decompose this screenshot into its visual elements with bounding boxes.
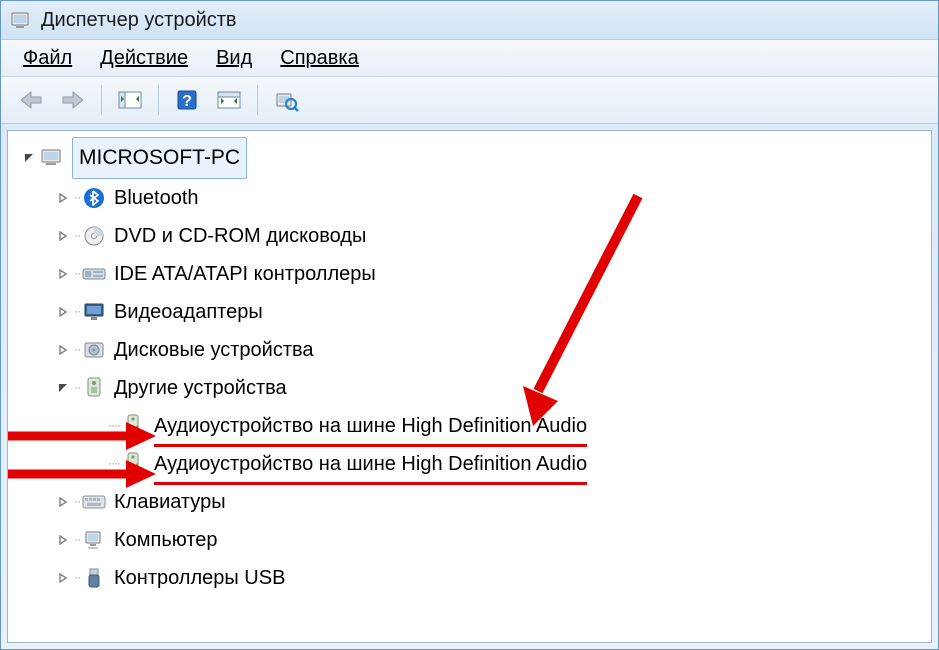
svg-text:!: ! <box>135 429 138 438</box>
forward-button[interactable] <box>57 84 89 116</box>
expand-icon[interactable] <box>56 305 70 319</box>
tree-pane: MICROSOFT-PC ·· Bluetooth ·· DVD и CD-ROM ди… <box>7 130 932 643</box>
tree-category[interactable]: ·· Другие устройства <box>8 369 931 407</box>
back-button[interactable] <box>15 84 47 116</box>
category-label: IDE ATA/ATAPI контроллеры <box>114 255 376 293</box>
tree-connector: ·· <box>74 490 80 513</box>
separator <box>101 85 102 115</box>
tree-root[interactable]: MICROSOFT-PC <box>8 137 931 179</box>
other-icon <box>82 376 106 400</box>
tree-connector: ·· <box>74 528 80 551</box>
tree-category[interactable]: ·· Клавиатуры <box>8 483 931 521</box>
tree-connector: ·· <box>74 376 80 399</box>
show-hide-console-button[interactable] <box>114 84 146 116</box>
expand-icon[interactable] <box>56 267 70 281</box>
tree-category[interactable]: ·· Bluetooth <box>8 179 931 217</box>
device-manager-window: Диспетчер устройств Файл Действие Вид Сп… <box>0 0 939 650</box>
tree-connector: ·· <box>74 338 80 361</box>
device-tree[interactable]: MICROSOFT-PC ·· Bluetooth ·· DVD и CD-ROM ди… <box>8 131 931 597</box>
tree-connector: ·· <box>74 262 80 285</box>
expand-icon[interactable] <box>56 571 70 585</box>
category-label: Дисковые устройства <box>114 331 314 369</box>
expand-icon[interactable] <box>56 343 70 357</box>
toolbar: ? <box>1 77 938 124</box>
category-label: Клавиатуры <box>114 483 226 521</box>
computer-icon <box>40 146 64 170</box>
category-label: Bluetooth <box>114 179 199 217</box>
root-label: MICROSOFT-PC <box>72 137 247 179</box>
tree-connector: ·· <box>74 566 80 589</box>
tree-device[interactable]: ····! Аудиоустройство на шине High Defini… <box>8 407 931 445</box>
ide-icon <box>82 262 106 286</box>
scan-hardware-button[interactable] <box>270 84 302 116</box>
expand-icon[interactable] <box>56 191 70 205</box>
hdd-icon <box>82 338 106 362</box>
titlebar[interactable]: Диспетчер устройств <box>1 1 938 40</box>
expand-icon[interactable] <box>56 533 70 547</box>
tree-category[interactable]: ·· Видеоадаптеры <box>8 293 931 331</box>
category-label: Видеоадаптеры <box>114 293 263 331</box>
collapse-icon[interactable] <box>56 381 70 395</box>
bluetooth-icon <box>82 186 106 210</box>
disc-icon <box>82 224 106 248</box>
tree-connector: ···· <box>108 414 120 437</box>
warning-device-icon: ! <box>122 452 146 476</box>
warning-device-icon: ! <box>122 414 146 438</box>
separator <box>257 85 258 115</box>
collapse-icon[interactable] <box>22 151 36 165</box>
tree-category[interactable]: ·· Дисковые устройства <box>8 331 931 369</box>
tree-category[interactable]: ·· IDE ATA/ATAPI контроллеры <box>8 255 931 293</box>
tree-category[interactable]: ·· Компьютер <box>8 521 931 559</box>
category-label: Контроллеры USB <box>114 559 285 597</box>
menubar: Файл Действие Вид Справка <box>1 40 938 77</box>
menu-help[interactable]: Справка <box>280 47 358 70</box>
menu-file[interactable]: Файл <box>23 47 72 70</box>
app-icon <box>9 9 31 31</box>
window-title: Диспетчер устройств <box>41 9 237 32</box>
svg-text:?: ? <box>182 93 192 110</box>
category-label: Компьютер <box>114 521 218 559</box>
expand-icon[interactable] <box>56 495 70 509</box>
menu-view[interactable]: Вид <box>216 47 252 70</box>
category-label: Другие устройства <box>114 369 287 407</box>
properties-button[interactable] <box>213 84 245 116</box>
keyboard-icon <box>82 490 106 514</box>
device-label: Аудиоустройство на шине High Definition … <box>154 445 587 483</box>
tree-connector: ·· <box>74 300 80 323</box>
tree-category[interactable]: ·· Контроллеры USB <box>8 559 931 597</box>
separator <box>158 85 159 115</box>
tree-device[interactable]: ····! Аудиоустройство на шине High Defini… <box>8 445 931 483</box>
category-label: DVD и CD-ROM дисководы <box>114 217 366 255</box>
menu-action[interactable]: Действие <box>100 47 188 70</box>
usb-icon <box>82 566 106 590</box>
display-icon <box>82 300 106 324</box>
device-label: Аудиоустройство на шине High Definition … <box>154 407 587 445</box>
tree-connector: ·· <box>74 186 80 209</box>
help-button[interactable]: ? <box>171 84 203 116</box>
tree-category[interactable]: ·· DVD и CD-ROM дисководы <box>8 217 931 255</box>
expand-icon[interactable] <box>56 229 70 243</box>
computer-icon <box>82 528 106 552</box>
tree-connector: ···· <box>108 452 120 475</box>
svg-text:!: ! <box>135 467 138 476</box>
tree-connector: ·· <box>74 224 80 247</box>
